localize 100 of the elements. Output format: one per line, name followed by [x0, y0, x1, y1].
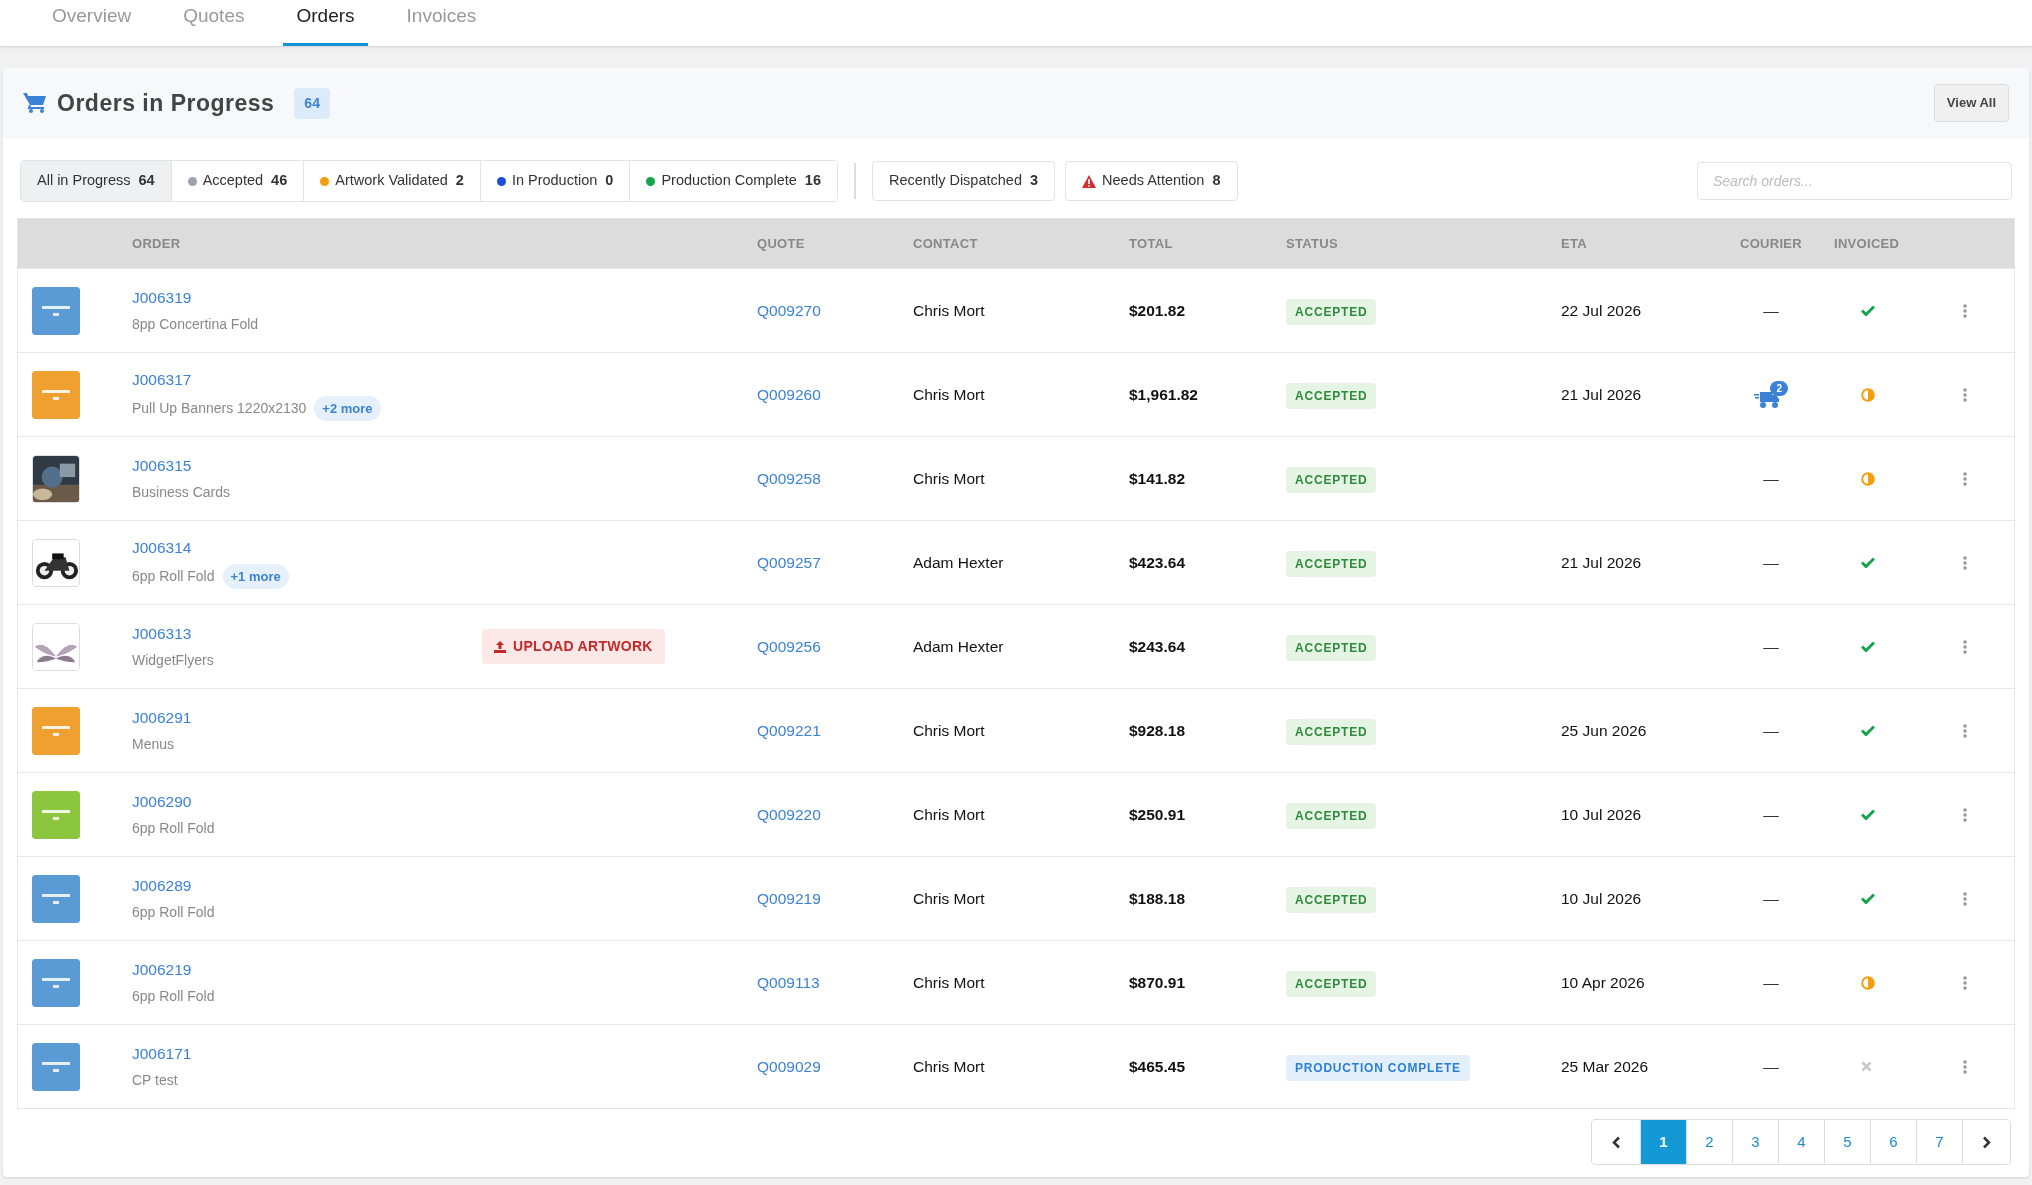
product-name: WidgetFlyers: [132, 651, 214, 671]
column-header: QUOTE: [757, 235, 805, 251]
table-cell: $1,961.82: [1129, 385, 1198, 403]
filter-tab[interactable]: All in Progress 64: [21, 161, 171, 201]
order-link[interactable]: J006171: [132, 1041, 192, 1066]
quote-link[interactable]: Q009256: [757, 637, 821, 655]
product-name: Pull Up Banners 1220x2130: [132, 399, 307, 419]
order-link[interactable]: J006219: [132, 957, 192, 982]
tab[interactable]: Invoices: [393, 0, 490, 46]
product-name: 6pp Roll Fold: [132, 903, 215, 923]
more-options-icon[interactable]: [1963, 723, 1967, 738]
column-header: INVOICED: [1834, 235, 1900, 251]
column-header: COURIER: [1739, 234, 1803, 253]
view-all-button[interactable]: View All: [1933, 84, 2009, 122]
status-badge: ACCEPTED: [1286, 550, 1377, 577]
quote-link[interactable]: Q009257: [757, 553, 821, 571]
checkmark-icon: [1861, 893, 1875, 904]
more-options-icon[interactable]: [1963, 639, 1967, 654]
table-cell: $465.45: [1129, 1057, 1186, 1075]
table-cell: 10 Apr 2026: [1561, 973, 1645, 991]
product-name: 6pp Roll Fold: [132, 819, 215, 839]
table-cell: $188.18: [1129, 889, 1186, 907]
table-cell: Chris Mort: [913, 301, 985, 319]
more-options-icon[interactable]: [1963, 303, 1967, 318]
filter-tab[interactable]: Recently Dispatched 3: [871, 161, 1056, 201]
table-cell: $141.82: [1129, 469, 1186, 487]
table-cell-text: —: [1763, 552, 1779, 573]
filter-tab[interactable]: Production Complete 16: [629, 161, 837, 201]
table-cell: 21 Jul 2026: [1561, 553, 1642, 571]
page-button[interactable]: 1: [1640, 1120, 1686, 1164]
table-cell: $423.64: [1129, 553, 1186, 571]
order-link[interactable]: J006313: [132, 621, 192, 646]
table-cell: Chris Mort: [913, 469, 985, 487]
upload-artwork-button[interactable]: UPLOAD ARTWORK: [482, 629, 665, 664]
table-cell: Chris Mort: [913, 889, 985, 907]
table-cell: Chris Mort: [913, 973, 985, 991]
order-link[interactable]: J006314: [132, 535, 192, 559]
checkmark-icon: [1861, 725, 1875, 736]
half-circle-icon: [1861, 387, 1875, 402]
product-name: 8pp Concertina Fold: [132, 315, 259, 335]
tab[interactable]: Quotes: [170, 0, 258, 46]
half-circle-icon: [1861, 471, 1875, 486]
more-options-icon[interactable]: [1963, 807, 1967, 822]
chevron-left-icon: [1611, 1135, 1621, 1149]
column-header: TOTAL: [1129, 235, 1173, 251]
table-cell: Chris Mort: [913, 1057, 985, 1075]
product-name: Menus: [132, 735, 175, 755]
table-cell-text: —: [1763, 300, 1779, 321]
quote-link[interactable]: Q009029: [757, 1057, 821, 1075]
table-cell: Chris Mort: [913, 805, 985, 823]
table-cell-text: —: [1763, 972, 1779, 993]
status-badge: ACCEPTED: [1286, 634, 1377, 661]
table-cell-text: —: [1763, 1056, 1779, 1077]
more-options-icon[interactable]: [1963, 1059, 1967, 1074]
more-options-icon[interactable]: [1963, 891, 1967, 906]
table-cell: 10 Jul 2026: [1561, 889, 1642, 907]
quote-link[interactable]: Q009221: [757, 721, 821, 739]
warning-icon: [1082, 174, 1097, 188]
count-badge: 64: [294, 87, 330, 119]
more-badge[interactable]: +1 more: [222, 563, 289, 590]
table-cell: Adam Hexter: [913, 553, 1004, 571]
more-options-icon[interactable]: [1963, 387, 1967, 402]
order-link[interactable]: J006315: [132, 453, 192, 478]
quote-link[interactable]: Q009270: [757, 301, 821, 319]
tab[interactable]: Orders: [283, 0, 368, 46]
more-options-icon[interactable]: [1963, 471, 1967, 486]
table-cell: Adam Hexter: [913, 637, 1004, 655]
cross-icon: [1861, 1061, 1872, 1072]
quote-link[interactable]: Q009260: [757, 385, 821, 403]
table-cell: $870.91: [1129, 973, 1186, 991]
more-options-icon[interactable]: [1963, 555, 1967, 570]
table-cell: $201.82: [1129, 301, 1186, 319]
status-badge: ACCEPTED: [1286, 298, 1377, 325]
checkmark-icon: [1861, 305, 1875, 316]
quote-link[interactable]: Q009220: [757, 805, 821, 823]
checkmark-icon: [1861, 809, 1875, 820]
status-badge: ACCEPTED: [1286, 382, 1377, 409]
product-name: 6pp Roll Fold: [132, 567, 215, 587]
table-cell-text: —: [1763, 468, 1779, 489]
order-link[interactable]: J006319: [132, 285, 192, 310]
status-badge: ACCEPTED: [1286, 718, 1377, 745]
order-link[interactable]: J006290: [132, 789, 192, 814]
tab[interactable]: Overview: [39, 0, 145, 46]
more-badge[interactable]: +2 more: [314, 395, 381, 422]
table-cell: Chris Mort: [913, 385, 985, 403]
quote-link[interactable]: Q009219: [757, 889, 821, 907]
table-cell: 21 Jul 2026: [1561, 385, 1642, 403]
product-name: Business Cards: [132, 483, 231, 503]
more-options-icon[interactable]: [1963, 975, 1967, 990]
status-badge: ACCEPTED: [1286, 970, 1377, 997]
filter-tab[interactable]: Needs Attention 8: [1065, 161, 1238, 201]
panel-title: Orders in Progress: [57, 88, 275, 118]
quote-link[interactable]: Q009113: [757, 973, 820, 991]
checkmark-icon: [1861, 557, 1875, 568]
order-link[interactable]: J006289: [132, 873, 192, 898]
search-field[interactable]: Search orders...: [1697, 162, 2012, 200]
quote-link[interactable]: Q009258: [757, 469, 821, 487]
order-link[interactable]: J006291: [132, 705, 192, 730]
order-link[interactable]: J006317: [132, 367, 192, 391]
count-badge: 2: [1770, 380, 1788, 396]
